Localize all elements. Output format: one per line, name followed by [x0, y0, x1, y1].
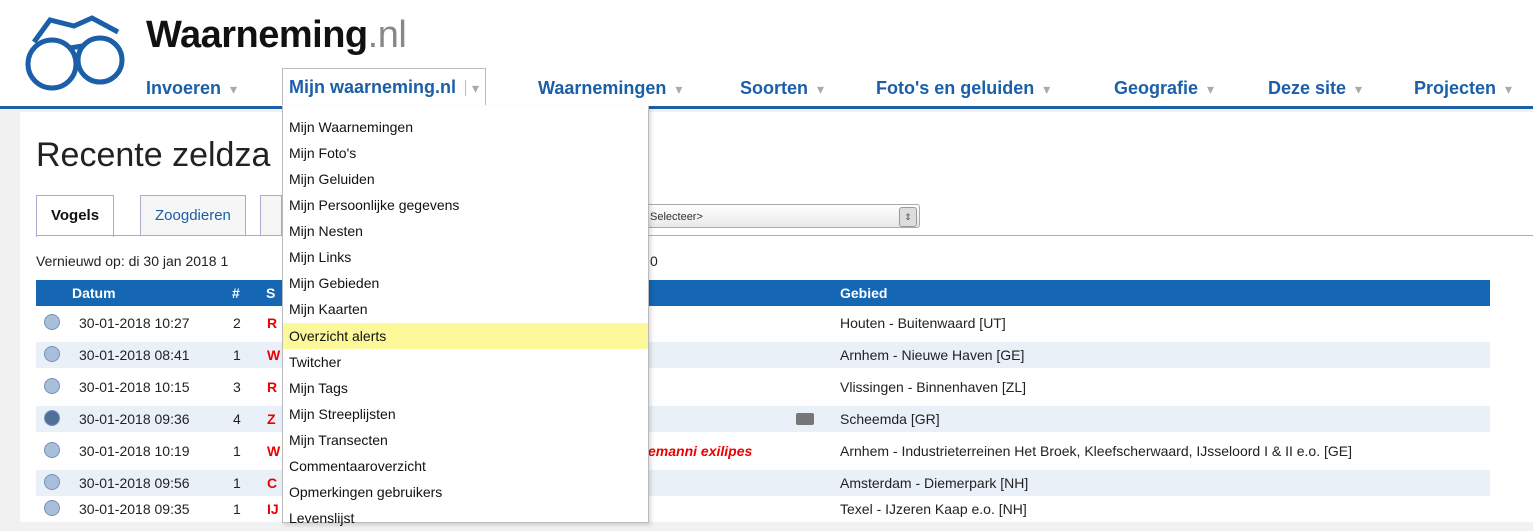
- table-row[interactable]: 30-01-2018 09:36 4 Z Scheemda [GR]: [36, 406, 1490, 432]
- table-header: Datum # S Gebied: [36, 280, 1490, 306]
- tab-vogels[interactable]: Vogels: [36, 195, 115, 237]
- row-date: 30-01-2018 08:41: [79, 347, 190, 363]
- table-row[interactable]: 30-01-2018 10:19 1 W emanni exilipes Arn…: [36, 438, 1490, 464]
- site-title-tld: .nl: [367, 14, 407, 56]
- row-gebied[interactable]: Texel - IJzeren Kaap e.o. [NH]: [840, 496, 1027, 522]
- row-gebied[interactable]: Vlissingen - Binnenhaven [ZL]: [840, 374, 1026, 400]
- nav-soorten[interactable]: Soorten ▾: [740, 74, 824, 102]
- chevron-down-icon: ▾: [817, 81, 825, 97]
- row-date: 30-01-2018 10:19: [79, 443, 190, 459]
- species-select-value: Selecteer>: [650, 211, 703, 223]
- menu-item-levenslijst[interactable]: Levenslijst: [283, 505, 648, 531]
- updated-timestamp: Vernieuwd op: di 30 jan 2018 1: [36, 253, 229, 269]
- header-datum[interactable]: Datum: [72, 280, 116, 306]
- table-row[interactable]: 30-01-2018 09:56 1 C Amsterdam - Diemerp…: [36, 470, 1490, 496]
- chevron-down-icon: ▾: [1043, 81, 1051, 97]
- camera-icon[interactable]: [796, 413, 814, 425]
- clock-icon: [44, 410, 60, 426]
- page-title: Recente zeldza: [36, 136, 271, 174]
- menu-item-mijn-waarnemingen[interactable]: Mijn Waarnemingen: [283, 114, 648, 140]
- row-gebied[interactable]: Scheemda [GR]: [840, 406, 940, 432]
- menu-item-mijn-kaarten[interactable]: Mijn Kaarten: [283, 296, 648, 322]
- row-species[interactable]: Z: [267, 406, 276, 432]
- header-gebied[interactable]: Gebied: [840, 280, 887, 306]
- row-date: 30-01-2018 09:35: [79, 501, 190, 517]
- row-species[interactable]: W: [267, 438, 280, 464]
- row-date: 30-01-2018 10:15: [79, 379, 190, 395]
- table-row[interactable]: 30-01-2018 10:15 3 R Vlissingen - Binnen…: [36, 374, 1490, 400]
- binoculars-logo-icon[interactable]: [22, 12, 132, 96]
- chevron-down-icon: ▾: [465, 80, 480, 96]
- nav-geografie[interactable]: Geografie ▾: [1114, 74, 1214, 102]
- select-arrow-icon: ⇕: [899, 207, 917, 227]
- clock-icon: [44, 314, 60, 330]
- menu-item-overzicht-alerts[interactable]: Overzicht alerts: [283, 323, 648, 349]
- site-header: Waarneming.nl Invoeren ▾ Mijn waarneming.…: [0, 0, 1533, 109]
- row-species[interactable]: IJ: [267, 496, 279, 522]
- chevron-down-icon: ▾: [675, 81, 683, 97]
- chevron-down-icon: ▾: [1207, 81, 1215, 97]
- clock-icon: [44, 378, 60, 394]
- clock-icon: [44, 500, 60, 516]
- row-species[interactable]: R: [267, 310, 277, 336]
- menu-item-mijn-gebieden[interactable]: Mijn Gebieden: [283, 270, 648, 296]
- site-title-name: Waarneming: [146, 14, 368, 56]
- table-row[interactable]: 30-01-2018 09:35 1 IJ Texel - IJzeren Ka…: [36, 496, 1490, 522]
- tab-zoogdieren[interactable]: Zoogdieren: [140, 195, 246, 236]
- row-count: 3: [233, 379, 241, 395]
- row-gebied[interactable]: Amsterdam - Diemerpark [NH]: [840, 470, 1028, 496]
- row-count: 1: [233, 443, 241, 459]
- menu-item-persoonlijke-gegevens[interactable]: Mijn Persoonlijke gegevens: [283, 192, 648, 218]
- row-species[interactable]: W: [267, 342, 280, 368]
- row-gebied[interactable]: Arnhem - Industrieterreinen Het Broek, K…: [840, 438, 1352, 464]
- menu-item-mijn-tags[interactable]: Mijn Tags: [283, 375, 648, 401]
- header-count[interactable]: #: [232, 280, 240, 306]
- menu-item-mijn-transecten[interactable]: Mijn Transecten: [283, 427, 648, 453]
- tab-more[interactable]: [260, 195, 282, 236]
- row-species[interactable]: C: [267, 470, 277, 496]
- clock-icon: [44, 346, 60, 362]
- menu-item-opmerkingen-gebruikers[interactable]: Opmerkingen gebruikers: [283, 479, 648, 505]
- clock-icon: [44, 474, 60, 490]
- clock-icon: [44, 442, 60, 458]
- row-count: 1: [233, 475, 241, 491]
- nav-waarnemingen[interactable]: Waarnemingen ▾: [538, 74, 682, 102]
- header-soort[interactable]: S: [266, 280, 275, 306]
- nav-deze-site[interactable]: Deze site ▾: [1268, 74, 1362, 102]
- nav-projecten[interactable]: Projecten ▾: [1414, 74, 1512, 102]
- mijn-waarneming-dropdown: Mijn Waarnemingen Mijn Foto's Mijn Gelui…: [282, 106, 649, 526]
- nav-invoeren[interactable]: Invoeren ▾: [146, 74, 237, 102]
- nav-mijn-waarneming[interactable]: Mijn waarneming.nl ▾: [282, 68, 487, 105]
- menu-item-twitcher[interactable]: Twitcher: [283, 349, 648, 375]
- chevron-down-icon: ▾: [1505, 81, 1513, 97]
- menu-item-mijn-geluiden[interactable]: Mijn Geluiden: [283, 166, 648, 192]
- menu-item-mijn-streeplijsten[interactable]: Mijn Streeplijsten: [283, 401, 648, 427]
- row-count: 4: [233, 411, 241, 427]
- menu-item-commentaaroverzicht[interactable]: Commentaaroverzicht: [283, 453, 648, 479]
- row-gebied[interactable]: Arnhem - Nieuwe Haven [GE]: [840, 342, 1024, 368]
- table-row[interactable]: 30-01-2018 08:41 1 W Arnhem - Nieuwe Hav…: [36, 342, 1490, 368]
- updated-timestamp-tail: 0: [650, 253, 658, 269]
- row-count: 2: [233, 315, 241, 331]
- tab-divider: [36, 235, 1533, 236]
- row-species-tail[interactable]: emanni exilipes: [648, 438, 752, 464]
- menu-item-mijn-links[interactable]: Mijn Links: [283, 244, 648, 270]
- menu-item-mijn-fotos[interactable]: Mijn Foto's: [283, 140, 648, 166]
- row-count: 1: [233, 347, 241, 363]
- row-species[interactable]: R: [267, 374, 277, 400]
- site-title[interactable]: Waarneming.nl: [146, 14, 407, 57]
- chevron-down-icon: ▾: [1355, 81, 1363, 97]
- row-date: 30-01-2018 10:27: [79, 315, 190, 331]
- row-count: 1: [233, 501, 241, 517]
- row-gebied[interactable]: Houten - Buitenwaard [UT]: [840, 310, 1006, 336]
- row-date: 30-01-2018 09:56: [79, 475, 190, 491]
- species-select[interactable]: Selecteer> ⇕: [645, 204, 920, 228]
- nav-fotos-geluiden[interactable]: Foto's en geluiden ▾: [876, 74, 1050, 102]
- table-row[interactable]: 30-01-2018 10:27 2 R Houten - Buitenwaar…: [36, 310, 1490, 336]
- row-date: 30-01-2018 09:36: [79, 411, 190, 427]
- chevron-down-icon: ▾: [230, 81, 238, 97]
- menu-item-mijn-nesten[interactable]: Mijn Nesten: [283, 218, 648, 244]
